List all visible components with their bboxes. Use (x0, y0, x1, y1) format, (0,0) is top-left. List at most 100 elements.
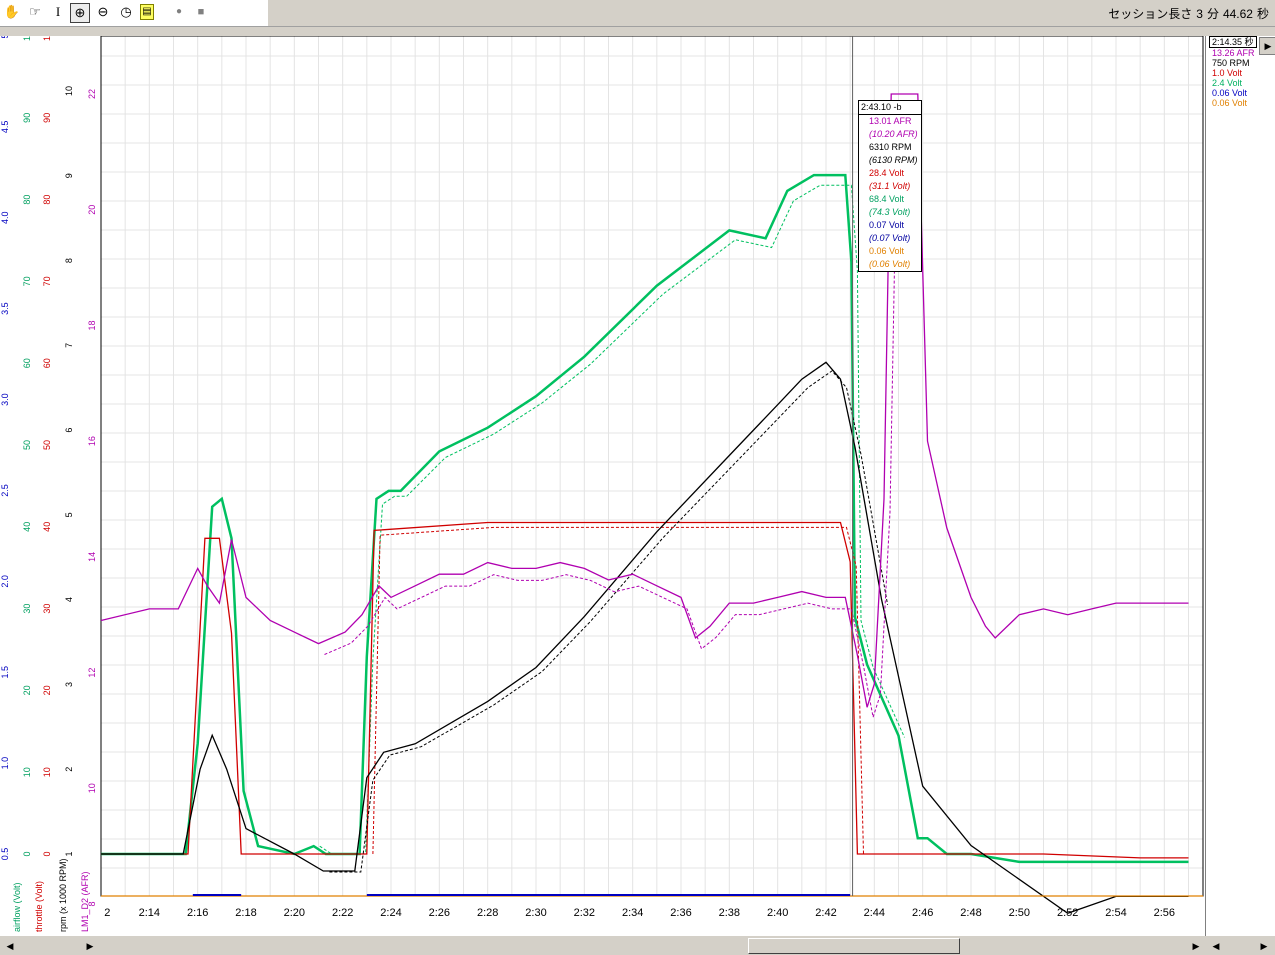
magenta-axis-tick-label: 12 (87, 668, 97, 678)
magenta-axis-tick-label: 16 (87, 436, 97, 446)
legend-item: 1.0 Volt (1212, 68, 1243, 78)
cursor-readout-row: (0.06 Volt) (869, 259, 911, 269)
cursor-readout-row: (74.3 Volt) (869, 207, 911, 217)
cursor-readout-row: 28.4 Volt (869, 168, 905, 178)
scroll-right-small-icon[interactable]: ▶ (82, 938, 98, 954)
red-axis-tick-label: 10 (42, 767, 52, 777)
x-tick-label: 2:28 (477, 907, 498, 919)
green-axis-tick-label: 10 (22, 767, 32, 777)
green-axis-tick-label: 20 (22, 685, 32, 695)
black-axis-tick-label: 8 (64, 258, 74, 263)
blue-axis-tick-label: 2.5 (0, 484, 10, 497)
red-axis-tick-label: 0 (42, 851, 52, 856)
axis-title-afr: LM1_D2 (AFR) (80, 871, 90, 932)
legend-scroll-left-icon[interactable]: ◀ (1208, 938, 1224, 954)
x-tick-label: 2:22 (332, 907, 353, 919)
session-length: セッション長さ 3 分 44.62 秒 (1104, 5, 1269, 22)
red-axis-tick-label: 40 (42, 522, 52, 532)
x-tick-label: 2:14 (139, 907, 160, 919)
x-tick-label: 2:24 (380, 907, 401, 919)
text-cursor-icon[interactable]: I (49, 3, 67, 21)
red-axis-tick-label: 30 (42, 604, 52, 614)
axis-title-throttle: throttle (Volt) (34, 880, 44, 932)
horizontal-scrollbar[interactable] (102, 938, 1205, 955)
green-axis-tick-label: 90 (22, 113, 32, 123)
x-tick-label: 2:42 (815, 907, 836, 919)
x-tick-label: 2 (104, 907, 110, 919)
session-min-unit: 分 (1206, 7, 1219, 21)
session-seconds: 44.62 (1222, 7, 1253, 21)
hand-select-icon[interactable]: ☞ (26, 3, 44, 21)
green-axis-tick-label: 50 (22, 440, 32, 450)
blue-axis-tick-label: 4.5 (0, 121, 10, 134)
red-axis-tick-label: 90 (42, 113, 52, 123)
black-axis-tick-label: 1 (64, 851, 74, 856)
blue-axis-tick-label: 4.0 (0, 212, 10, 225)
x-tick-label: 2:44 (864, 907, 885, 919)
black-axis-tick-label: 4 (64, 597, 74, 602)
x-tick-label: 2:48 (960, 907, 981, 919)
cursor-readout: 2:43.10 -b 13.01 AFR (10.20 AFR) 6310 RPM (… (858, 100, 922, 272)
stopwatch-icon[interactable]: ◷ (117, 3, 135, 21)
blue-axis-tick-label: 1.5 (0, 666, 10, 679)
x-tick-label: 2:36 (670, 907, 691, 919)
cursor-readout-row: (6130 RPM) (869, 155, 918, 165)
blue-axis-tick-label: 3.5 (0, 302, 10, 315)
chart-area[interactable]: 0.5 1.0 1.5 2.0 2.5 3.0 3.5 4.0 4.5 5 0 10 20 30 40 50 6… (0, 31, 1205, 936)
green-axis-tick-label: 30 (22, 604, 32, 614)
black-axis-tick-label: 9 (64, 173, 74, 178)
green-axis-tick-label: 70 (22, 276, 32, 286)
chart-svg[interactable]: 0.51.01.52.02.53.03.54.04.55010203040506… (0, 31, 1205, 936)
toolbar: ✋ ☞ I ⊕ ⊖ ◷ ▤ ● ■ セッション長さ 3 分 44.62 秒 (0, 0, 1275, 27)
blue-axis-tick-label: 1.0 (0, 757, 10, 770)
magenta-axis-tick-label: 22 (87, 89, 97, 99)
x-tick-label: 2:50 (1009, 907, 1030, 919)
x-tick-label: 2:32 (574, 907, 595, 919)
magenta-axis-tick-label: 10 (87, 783, 97, 793)
legend-items: 13.26 AFR 750 RPM 1.0 Volt 2.4 Volt 0.06 Vol… (1206, 48, 1275, 108)
legend-time-value: 2:14.35 秒 (1209, 36, 1257, 48)
record-icon[interactable]: ● (170, 3, 188, 21)
zoom-in-icon[interactable]: ⊕ (70, 3, 90, 23)
hscroll-right-icon[interactable]: ▶ (1188, 938, 1204, 954)
x-tick-label: 2:26 (429, 907, 450, 919)
x-tick-label: 2:46 (912, 907, 933, 919)
x-tick-label: 2:54 (1105, 907, 1126, 919)
blue-axis-tick-label: 2.0 (0, 575, 10, 588)
legend-item: 0.06 Volt (1212, 98, 1248, 108)
magenta-axis-tick-label: 20 (87, 205, 97, 215)
red-axis-tick-label: 20 (42, 685, 52, 695)
legend-item: 750 RPM (1212, 58, 1250, 68)
horizontal-scrollbar-thumb[interactable] (748, 938, 960, 954)
cursor-readout-row: 0.06 Volt (869, 246, 905, 256)
green-axis-tick-label: 60 (22, 358, 32, 368)
legend-panel: 2:14.35 秒 13.26 AFR 750 RPM 1.0 Volt 2.4 Vo… (1205, 36, 1275, 936)
axis-title-airflow: airflow (Volt) (12, 882, 22, 932)
zoom-out-icon[interactable]: ⊖ (94, 3, 112, 21)
green-axis-tick-label: 10 (22, 36, 32, 41)
black-axis-tick-label: 2 (64, 767, 74, 772)
x-tick-label: 2:40 (767, 907, 788, 919)
axis-title-rpm: rpm (x 1000 RPM) (58, 858, 68, 932)
green-axis-tick-label: 0 (22, 851, 32, 856)
blue-axis-tick-label: 0.5 (0, 848, 10, 861)
green-axis-tick-label: 40 (22, 522, 32, 532)
cursor-readout-row: (10.20 AFR) (869, 129, 918, 139)
black-axis-tick-label: 7 (64, 343, 74, 348)
red-axis-tick-label: 50 (42, 440, 52, 450)
scroll-right-icon[interactable]: ▶ (1259, 37, 1275, 55)
session-minutes: 3 (1196, 7, 1203, 21)
hand-pan-icon[interactable]: ✋ (3, 3, 21, 21)
black-axis-tick-label: 5 (64, 512, 74, 517)
cursor-readout-row: (31.1 Volt) (869, 181, 911, 191)
magenta-axis-tick-label: 18 (87, 320, 97, 330)
note-icon[interactable]: ▤ (140, 4, 154, 20)
chart-background (0, 36, 1205, 936)
stop-icon[interactable]: ■ (192, 3, 210, 21)
scroll-left-icon[interactable]: ◀ (2, 938, 18, 954)
cursor-readout-rows: 13.01 AFR (10.20 AFR) 6310 RPM (6130 RPM) 28… (859, 115, 921, 271)
legend-item: 0.06 Volt (1212, 88, 1248, 98)
x-tick-label: 2:38 (719, 907, 740, 919)
magenta-axis-tick-label: 14 (87, 552, 97, 562)
legend-scroll-right-icon[interactable]: ▶ (1256, 938, 1272, 954)
